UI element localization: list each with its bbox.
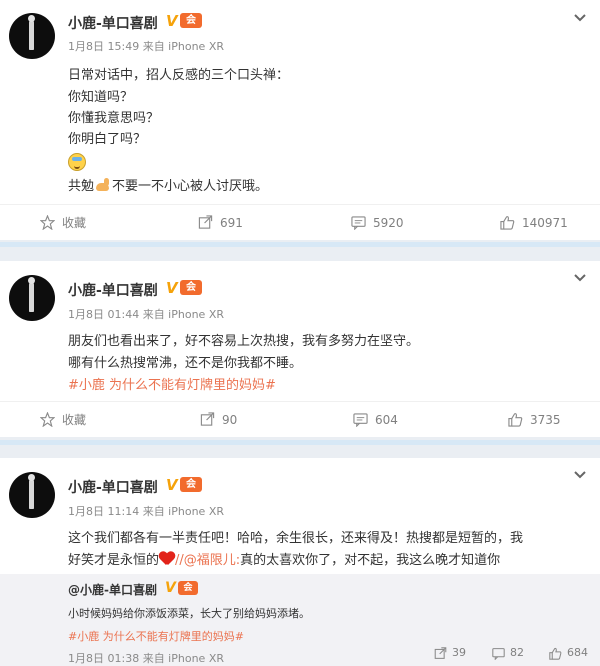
post-meta[interactable]: 1月8日 15:49 来自 iPhone XR — [68, 38, 224, 54]
comment-icon — [353, 413, 368, 427]
avatar[interactable] — [9, 13, 55, 59]
verified-icon: V — [166, 476, 178, 494]
grimace-emoji-icon — [68, 153, 86, 171]
post-line: 朋友们也看出来了，好不容易上次热搜，我有多努力在坚守。 — [68, 334, 420, 349]
post-line-prefix: 共勉 — [68, 179, 95, 194]
post-line: 日常对话中，招人反感的三个口头禅： — [68, 68, 290, 83]
action-bar: 收藏 691 5920 140971 — [0, 204, 600, 241]
post-line: 你懂我意思吗？ — [68, 111, 160, 126]
member-badge-icon[interactable]: 会 — [180, 13, 202, 28]
author-name[interactable]: 小鹿-单口喜剧 — [68, 13, 158, 33]
card-separator — [0, 440, 600, 445]
weibo-card-2: 小鹿-单口喜剧 V 会 1月8日 01:44 来自 iPhone XR 朋友们也… — [0, 261, 600, 437]
verified-icon: V — [166, 12, 178, 30]
post-meta[interactable]: 1月8日 11:14 来自 iPhone XR — [68, 503, 224, 519]
thumbs-up-icon — [549, 647, 562, 660]
member-badge-icon[interactable]: 会 — [178, 581, 198, 595]
post-meta[interactable]: 1月8日 01:44 来自 iPhone XR — [68, 306, 224, 322]
topic-link[interactable]: #小鹿 为什么不能有灯牌里的妈妈# — [68, 628, 244, 644]
weibo-card-1: 小鹿-单口喜剧 V 会 1月8日 15:49 来自 iPhone XR 日常对话… — [0, 0, 600, 240]
post-line: 哪有什么热搜常沸，还不是你我都不睡。 — [68, 356, 303, 371]
verified-icon: V — [166, 279, 178, 297]
star-icon — [40, 412, 55, 427]
verified-icon: V — [165, 580, 176, 596]
repost-icon — [200, 412, 215, 426]
author-name[interactable]: 小鹿-单口喜剧 — [68, 280, 158, 300]
repost-author[interactable]: @小鹿-单口喜剧 — [68, 581, 157, 598]
repost-icon — [434, 647, 447, 659]
comment-icon — [492, 648, 505, 660]
post-line-prefix: 好笑才是永恒的 — [68, 553, 160, 568]
chevron-down-icon[interactable] — [573, 273, 587, 283]
avatar[interactable] — [9, 275, 55, 321]
member-badge-icon[interactable]: 会 — [180, 280, 202, 295]
chevron-down-icon[interactable] — [573, 13, 587, 23]
flexed-biceps-icon — [95, 178, 111, 192]
repost-text: 小时候妈妈给你添饭添菜，长大了别给妈妈添堵。 — [68, 607, 310, 620]
thumbs-up-icon — [508, 413, 523, 427]
chevron-down-icon[interactable] — [573, 470, 587, 480]
topic-link[interactable]: #小鹿 为什么不能有灯牌里的妈妈# — [68, 374, 276, 393]
member-badge-icon[interactable]: 会 — [180, 477, 202, 492]
star-icon — [40, 215, 55, 230]
mention-link[interactable]: //@福限儿: — [175, 553, 240, 568]
heart-icon — [159, 552, 175, 565]
avatar[interactable] — [9, 472, 55, 518]
post-line: 你知道吗？ — [68, 90, 134, 105]
post-line-suffix: 真的太喜欢你了，对不起，我这么晚才知道你 — [240, 553, 501, 568]
repost-meta[interactable]: 1月8日 01:38 来自 iPhone XR — [68, 650, 224, 666]
post-line: 你明白了吗？ — [68, 132, 147, 147]
post-line: 好笑才是永恒的 //@福限儿:真的太喜欢你了，对不起，我这么晚才知道你 — [68, 549, 500, 568]
author-name[interactable]: 小鹿-单口喜剧 — [68, 477, 158, 497]
thumbs-up-icon — [500, 216, 515, 230]
post-line: 共勉 不要一不小心被人讨厌哦。 — [68, 175, 268, 194]
comment-icon — [351, 216, 366, 230]
repost-icon — [198, 215, 213, 229]
card-separator — [0, 242, 600, 247]
post-line: 这个我们都各有一半责任吧！哈哈，余生很长，还来得及！热搜都是短暂的，我 — [68, 531, 524, 546]
reposted-content[interactable]: @小鹿-单口喜剧 V 会 小时候妈妈给你添饭添菜，长大了别给妈妈添堵。 #小鹿 … — [0, 574, 600, 666]
post-line-suffix: 不要一不小心被人讨厌哦。 — [112, 179, 269, 194]
action-bar: 收藏 90 604 3735 — [0, 401, 600, 438]
